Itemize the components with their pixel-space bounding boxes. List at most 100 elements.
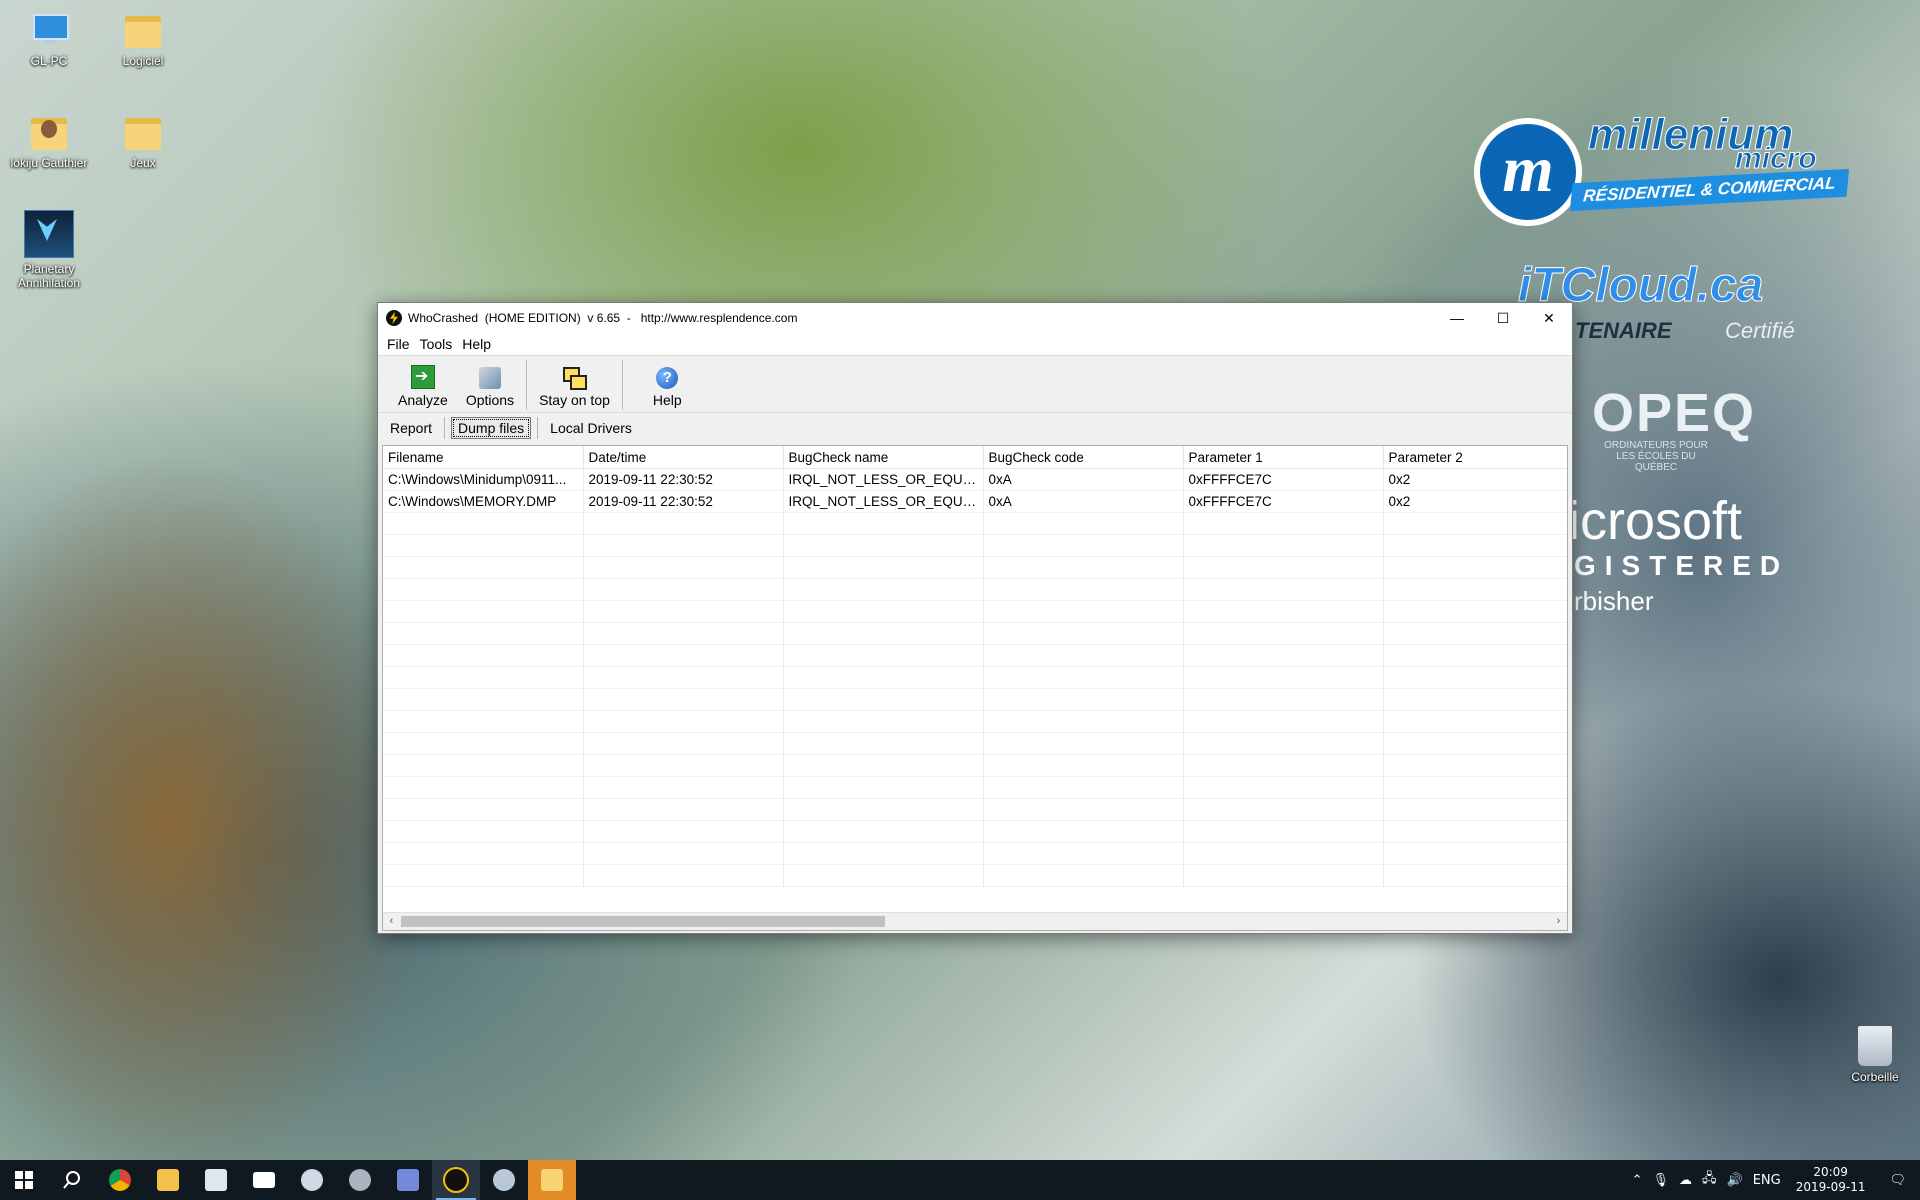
whocrashed-icon — [386, 310, 402, 326]
user-folder-icon — [27, 112, 71, 152]
onedrive-icon[interactable]: ☁ — [1674, 1173, 1697, 1188]
toolbar-separator — [526, 360, 528, 410]
desktop-icon-label: Logiciel — [122, 54, 164, 68]
taskbar-mail[interactable] — [240, 1160, 288, 1200]
empty-cell — [1383, 622, 1567, 645]
scroll-left-arrow[interactable]: ‹ — [383, 913, 400, 930]
empty-row — [383, 512, 1567, 535]
empty-row — [383, 842, 1567, 865]
millenium-logo: m — [1474, 118, 1582, 226]
taskbar-paint[interactable] — [480, 1160, 528, 1200]
analyze-button[interactable]: Analyze — [392, 365, 454, 412]
empty-cell — [1383, 512, 1567, 535]
minimize-button[interactable]: — — [1434, 303, 1480, 333]
empty-row — [383, 732, 1567, 755]
empty-cell — [983, 556, 1184, 579]
scrollbar-thumb[interactable] — [401, 916, 885, 927]
chevron-up-icon[interactable]: ⌃ — [1627, 1173, 1648, 1188]
empty-cell — [1183, 556, 1384, 579]
stay-on-top-button[interactable]: Stay on top — [533, 367, 616, 412]
dump-files-table[interactable]: Filename Date/time BugCheck name BugChec… — [382, 445, 1568, 931]
taskbar-app[interactable] — [336, 1160, 384, 1200]
empty-cell — [1183, 578, 1384, 601]
search-button[interactable] — [48, 1160, 96, 1200]
notifications-icon[interactable]: 🗨 — [1875, 1173, 1920, 1188]
residentiel-banner: RÉSIDENTIEL & COMMERCIAL — [1569, 168, 1849, 212]
tab-dump-files[interactable]: Dump files — [451, 417, 532, 439]
column-header-parameter-1[interactable]: Parameter 1 — [1183, 446, 1384, 469]
volume-icon[interactable]: 🔊 — [1722, 1173, 1748, 1188]
opeq-logo: OPEQ — [1592, 383, 1757, 443]
taskbar-steam[interactable] — [288, 1160, 336, 1200]
column-header-datetime[interactable]: Date/time — [583, 446, 784, 469]
table-header-row: Filename Date/time BugCheck name BugChec… — [383, 446, 1567, 469]
taskbar-whocrashed[interactable] — [432, 1160, 480, 1200]
empty-cell — [1383, 600, 1567, 623]
empty-cell — [783, 798, 984, 821]
scroll-right-arrow[interactable]: › — [1550, 913, 1567, 930]
column-header-bugcheck-name[interactable]: BugCheck name — [783, 446, 984, 469]
empty-cell — [1183, 600, 1384, 623]
desktop-icon-jeux[interactable]: Jeux — [98, 112, 188, 170]
empty-cell — [383, 864, 584, 887]
empty-cell — [383, 688, 584, 711]
planetary-annihilation-icon — [24, 210, 74, 258]
column-header-parameter-2[interactable]: Parameter 2 — [1383, 446, 1567, 469]
desktop-icon-label: lokiju Gauthier — [10, 156, 88, 170]
tab-strip: Report Dump files Local Drivers — [378, 413, 1572, 443]
network-icon[interactable]: 🖧 — [1697, 1169, 1722, 1191]
menu-file[interactable]: File — [382, 336, 415, 352]
tab-local-drivers[interactable]: Local Drivers — [544, 418, 638, 438]
taskbar-folder-active[interactable] — [528, 1160, 576, 1200]
desktop-icon-logiciel[interactable]: Logiciel — [98, 10, 188, 68]
help-button[interactable]: ? Help — [647, 367, 688, 412]
empty-cell — [1183, 732, 1384, 755]
empty-cell — [1183, 666, 1384, 689]
menu-help[interactable]: Help — [457, 336, 496, 352]
empty-row — [383, 820, 1567, 843]
empty-cell — [783, 556, 984, 579]
maximize-button[interactable]: ☐ — [1480, 303, 1526, 333]
empty-cell — [583, 512, 784, 535]
toolbar-separator — [621, 360, 623, 410]
folder-icon — [121, 112, 165, 152]
desktop-icon-recycle-bin[interactable]: Corbeille — [1830, 1026, 1920, 1084]
empty-row — [383, 798, 1567, 821]
empty-cell — [1183, 864, 1384, 887]
menu-tools[interactable]: Tools — [415, 336, 458, 352]
language-indicator[interactable]: ENG — [1748, 1173, 1786, 1188]
empty-cell — [583, 666, 784, 689]
discord-icon — [397, 1169, 419, 1191]
taskbar-store[interactable] — [192, 1160, 240, 1200]
options-button[interactable]: Options — [460, 367, 520, 412]
tab-report[interactable]: Report — [384, 418, 438, 438]
title-bar[interactable]: WhoCrashed (HOME EDITION) v 6.65 - http:… — [378, 303, 1572, 333]
column-header-bugcheck-code[interactable]: BugCheck code — [983, 446, 1184, 469]
empty-cell — [383, 622, 584, 645]
microphone-icon[interactable]: 🎙 — [1648, 1173, 1675, 1188]
empty-cell — [783, 666, 984, 689]
column-header-filename[interactable]: Filename — [383, 446, 584, 469]
empty-cell — [1183, 820, 1384, 843]
start-button[interactable] — [0, 1160, 48, 1200]
desktop-icon-planetary-annihilation[interactable]: Planetary Annihilation — [4, 210, 94, 290]
taskbar: ⌃ 🎙 ☁ 🖧 🔊 ENG 20:09 2019-09-11 🗨 — [0, 1160, 1920, 1200]
table-row[interactable]: C:\Windows\MEMORY.DMP 2019-09-11 22:30:5… — [383, 490, 1567, 513]
clock[interactable]: 20:09 2019-09-11 — [1786, 1165, 1876, 1195]
empty-cell — [1383, 534, 1567, 557]
desktop-icon-user-folder[interactable]: lokiju Gauthier — [4, 112, 94, 170]
horizontal-scrollbar[interactable]: ‹ › — [383, 912, 1567, 930]
cell-filename: C:\Windows\Minidump\0911... — [383, 468, 584, 491]
desktop-icon-gl-pc[interactable]: GL-PC — [4, 10, 94, 68]
close-button[interactable]: ✕ — [1526, 303, 1572, 333]
taskbar-discord[interactable] — [384, 1160, 432, 1200]
empty-cell — [1183, 644, 1384, 667]
taskbar-file-explorer[interactable] — [144, 1160, 192, 1200]
empty-cell — [583, 798, 784, 821]
taskbar-chrome[interactable] — [96, 1160, 144, 1200]
empty-cell — [983, 732, 1184, 755]
table-row[interactable]: C:\Windows\Minidump\0911... 2019-09-11 2… — [383, 468, 1567, 491]
empty-row — [383, 666, 1567, 689]
analyze-icon — [410, 365, 435, 389]
empty-cell — [783, 820, 984, 843]
